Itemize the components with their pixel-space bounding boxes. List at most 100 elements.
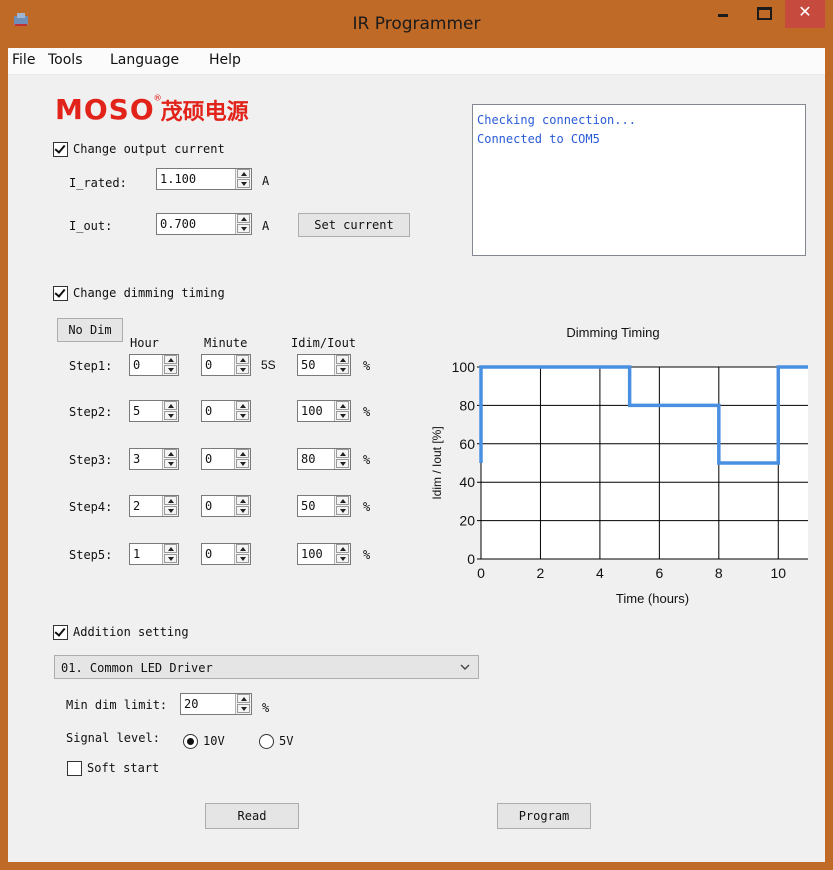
spin-up-icon[interactable] <box>336 401 349 410</box>
step-idim-spinbox[interactable]: 100 <box>297 400 351 422</box>
step-minute-spinbox[interactable]: 0 <box>201 448 251 470</box>
spin-down-icon[interactable] <box>164 365 177 374</box>
step-idim-spinbox-value: 100 <box>301 547 323 561</box>
i-out-unit: A <box>262 219 270 233</box>
spin-up-icon[interactable] <box>164 449 177 458</box>
i-rated-value: 1.100 <box>160 172 197 186</box>
spin-down-icon[interactable] <box>336 459 349 468</box>
step-hour-spinbox[interactable]: 1 <box>129 543 179 565</box>
step-minute-spinbox[interactable]: 0 <box>201 354 251 376</box>
spin-up-icon[interactable] <box>164 496 177 505</box>
step-hour-spinbox[interactable]: 2 <box>129 495 179 517</box>
step-label: Step5: <box>69 548 113 562</box>
spin-down-icon[interactable] <box>336 411 349 420</box>
i-out-arrows <box>235 214 251 234</box>
spin-down-icon[interactable] <box>164 411 177 420</box>
signal-5v-label: 5V <box>279 734 294 748</box>
spin-down-icon[interactable] <box>164 459 177 468</box>
spin-up-icon[interactable] <box>236 449 249 458</box>
step-hour-spinbox[interactable]: 0 <box>129 354 179 376</box>
spin-up-icon[interactable] <box>336 449 349 458</box>
menu-file[interactable]: File <box>12 52 35 68</box>
set-current-button[interactable]: Set current <box>298 213 410 237</box>
spin-down-icon[interactable] <box>236 459 249 468</box>
percent-unit: % <box>363 405 371 419</box>
spin-up-icon[interactable] <box>237 694 250 703</box>
spin-up-icon[interactable] <box>236 355 249 364</box>
spin-down-icon[interactable] <box>237 179 250 188</box>
signal-10v-label: 10V <box>203 734 225 748</box>
read-button[interactable]: Read <box>205 803 299 829</box>
spin-down-icon[interactable] <box>164 554 177 563</box>
log-output[interactable]: Checking connection... Connected to COM5 <box>472 104 806 256</box>
x-tick-label: 6 <box>655 565 663 581</box>
x-tick-label: 10 <box>770 565 786 581</box>
driver-type-select[interactable]: 01. Common LED Driver <box>54 655 479 679</box>
spin-up-icon[interactable] <box>236 544 249 553</box>
spin-up-icon[interactable] <box>164 401 177 410</box>
min-dim-spinbox[interactable]: 20 <box>180 693 252 715</box>
menu-language[interactable]: Language <box>110 52 179 68</box>
step-minute-spinbox-arrows <box>234 544 250 564</box>
no-dim-button[interactable]: No Dim <box>57 318 123 342</box>
step-idim-spinbox-arrows <box>334 449 350 469</box>
spin-down-icon[interactable] <box>336 506 349 515</box>
dimming-timing-chart: 0 2 4 6 8 10020406080100Time (hours)Idim / Io… <box>430 359 808 606</box>
step-minute-spinbox[interactable]: 0 <box>201 495 251 517</box>
step-idim-spinbox-arrows <box>334 401 350 421</box>
signal-10v-radio[interactable] <box>183 734 198 749</box>
step-idim-spinbox[interactable]: 50 <box>297 495 351 517</box>
step-minute-spinbox-value: 0 <box>205 499 213 513</box>
spin-up-icon[interactable] <box>236 401 249 410</box>
percent-unit: % <box>363 500 371 514</box>
step-minute-spinbox[interactable]: 0 <box>201 543 251 565</box>
spin-down-icon[interactable] <box>237 704 250 713</box>
step-minute-spinbox[interactable]: 0 <box>201 400 251 422</box>
addition-setting-checkbox[interactable] <box>53 625 68 640</box>
change-output-current-checkbox[interactable] <box>53 142 68 157</box>
addition-setting-label: Addition setting <box>73 625 189 639</box>
spin-down-icon[interactable] <box>336 554 349 563</box>
y-tick-label: 0 <box>467 551 475 567</box>
spin-up-icon[interactable] <box>164 355 177 364</box>
menu-bar: File Tools Language Help <box>8 48 825 75</box>
step-idim-spinbox-arrows <box>334 496 350 516</box>
soft-start-checkbox[interactable] <box>67 761 82 776</box>
spin-up-icon[interactable] <box>236 496 249 505</box>
spin-up-icon[interactable] <box>336 355 349 364</box>
close-button[interactable]: ✕ <box>785 0 825 28</box>
minimize-button[interactable] <box>706 0 742 28</box>
maximize-button[interactable] <box>746 0 782 28</box>
change-dimming-timing-checkbox[interactable] <box>53 286 68 301</box>
x-tick-label: 0 <box>477 565 485 581</box>
i-rated-spinbox[interactable]: 1.100 <box>156 168 252 190</box>
spin-down-icon[interactable] <box>236 506 249 515</box>
menu-help[interactable]: Help <box>209 52 241 68</box>
spin-up-icon[interactable] <box>237 169 250 178</box>
spin-down-icon[interactable] <box>236 365 249 374</box>
spin-down-icon[interactable] <box>236 411 249 420</box>
step-idim-spinbox[interactable]: 50 <box>297 354 351 376</box>
step-hour-spinbox[interactable]: 5 <box>129 400 179 422</box>
spin-down-icon[interactable] <box>236 554 249 563</box>
i-out-spinbox[interactable]: 0.700 <box>156 213 252 235</box>
client-area: File Tools Language Help MOSO®茂硕电源 Chang… <box>8 48 825 862</box>
menu-tools[interactable]: Tools <box>48 52 83 68</box>
signal-5v-radio[interactable] <box>259 734 274 749</box>
step-idim-spinbox[interactable]: 100 <box>297 543 351 565</box>
i-out-value: 0.700 <box>160 217 197 231</box>
spin-up-icon[interactable] <box>336 544 349 553</box>
spin-up-icon[interactable] <box>237 214 250 223</box>
spin-up-icon[interactable] <box>164 544 177 553</box>
spin-down-icon[interactable] <box>164 506 177 515</box>
step-hour-spinbox[interactable]: 3 <box>129 448 179 470</box>
title-bar[interactable]: IR Programmer ✕ <box>0 0 833 48</box>
spin-down-icon[interactable] <box>336 365 349 374</box>
spin-down-icon[interactable] <box>237 224 250 233</box>
step-idim-spinbox[interactable]: 80 <box>297 448 351 470</box>
percent-unit: % <box>363 453 371 467</box>
x-axis-label: Time (hours) <box>616 591 689 606</box>
step-minute-spinbox-arrows <box>234 496 250 516</box>
spin-up-icon[interactable] <box>336 496 349 505</box>
program-button[interactable]: Program <box>497 803 591 829</box>
